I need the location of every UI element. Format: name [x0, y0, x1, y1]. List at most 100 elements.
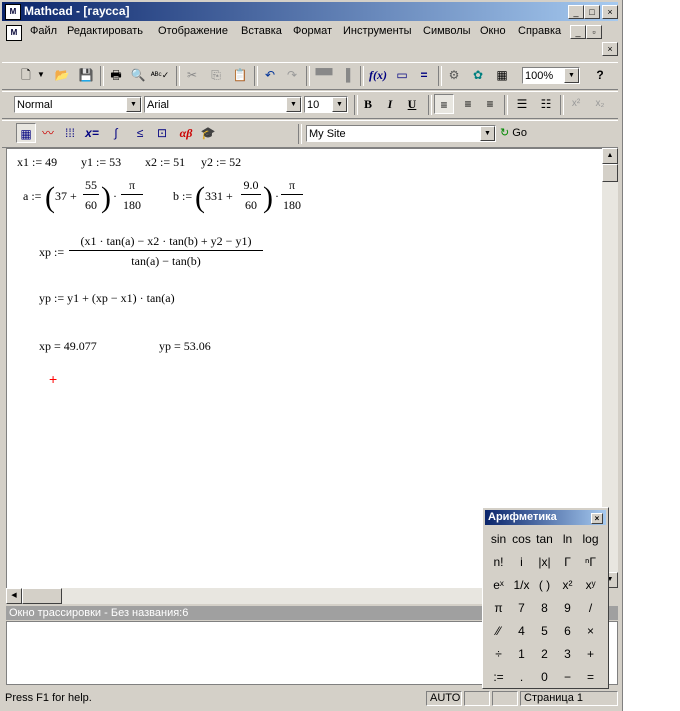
x2-definition[interactable]: x2 := 51: [145, 155, 185, 170]
b-definition[interactable]: b := ( 331 + 9.0 60 ) · π 180: [173, 177, 303, 217]
palette-button[interactable]: eˣ: [487, 574, 510, 597]
menu-view[interactable]: Отображение: [158, 25, 228, 37]
palette-button[interactable]: 4: [510, 620, 533, 643]
menu-file[interactable]: Файл: [30, 25, 57, 37]
calculator-toolbar-icon[interactable]: ▦: [16, 123, 36, 143]
save-icon[interactable]: 💾: [76, 65, 96, 85]
palette-button[interactable]: =: [579, 666, 602, 689]
insert-component-icon[interactable]: ⚙: [444, 65, 464, 85]
yp-definition[interactable]: yp := y1 + (xp − x1) · tan(a): [39, 291, 175, 306]
insert-unit-icon[interactable]: ▭: [392, 65, 412, 85]
align-center-icon[interactable]: ≡: [458, 94, 478, 114]
insert-function-icon[interactable]: f(x): [368, 65, 388, 85]
calculus-toolbar-icon[interactable]: ∫: [106, 123, 126, 143]
palette-button[interactable]: xʸ: [579, 574, 602, 597]
calculate-icon[interactable]: =: [414, 65, 434, 85]
site-combo[interactable]: My Site ▼: [306, 125, 496, 142]
y2-definition[interactable]: y2 := 52: [201, 155, 241, 170]
palette-button[interactable]: 0: [533, 666, 556, 689]
close-button[interactable]: ×: [602, 5, 618, 19]
palette-button[interactable]: 6: [556, 620, 579, 643]
table-icon[interactable]: ▦: [492, 65, 512, 85]
menu-tools[interactable]: Инструменты: [343, 25, 412, 37]
underline-button[interactable]: U: [402, 94, 422, 114]
chevron-down-icon[interactable]: ▼: [126, 97, 141, 112]
palette-button[interactable]: 9: [556, 597, 579, 620]
open-icon[interactable]: 📂: [52, 65, 72, 85]
superscript-icon[interactable]: x²: [566, 94, 586, 114]
symbolic-toolbar-icon[interactable]: 🎓: [198, 123, 218, 143]
doc-restore-button[interactable]: ▫: [586, 25, 602, 39]
close-icon[interactable]: ×: [591, 513, 603, 524]
menu-insert[interactable]: Вставка: [241, 25, 282, 37]
chevron-down-icon[interactable]: ▼: [332, 97, 347, 112]
go-button[interactable]: ↻ Go: [500, 126, 527, 139]
palette-button[interactable]: ÷: [487, 643, 510, 666]
palette-button[interactable]: ⁿΓ: [579, 551, 602, 574]
palette-button[interactable]: :=: [487, 666, 510, 689]
palette-button[interactable]: ln: [556, 528, 579, 551]
palette-button[interactable]: sin: [487, 528, 510, 551]
paste-icon[interactable]: 📋: [230, 65, 250, 85]
menu-help[interactable]: Справка: [518, 25, 561, 37]
zoom-combo[interactable]: 100% ▼: [522, 67, 580, 84]
font-combo[interactable]: Arial ▼: [144, 96, 302, 113]
palette-button[interactable]: 8: [533, 597, 556, 620]
palette-button[interactable]: π: [487, 597, 510, 620]
vertical-scroll-thumb[interactable]: [602, 164, 618, 182]
menu-edit[interactable]: Редактировать: [67, 25, 143, 37]
chevron-down-icon[interactable]: ▼: [480, 126, 495, 141]
new-dropdown-icon[interactable]: ▼: [36, 65, 46, 85]
palette-button[interactable]: 1/x: [510, 574, 533, 597]
minimize-button[interactable]: _: [568, 5, 584, 19]
chevron-down-icon[interactable]: ▼: [286, 97, 301, 112]
cut-icon[interactable]: ✂: [182, 65, 202, 85]
horizontal-scroll-thumb[interactable]: [22, 588, 62, 604]
palette-button[interactable]: |x|: [533, 551, 556, 574]
palette-button[interactable]: log: [579, 528, 602, 551]
spell-check-icon[interactable]: ᴬᴮᶜ✓: [150, 65, 170, 85]
menu-window[interactable]: Окно: [480, 25, 506, 37]
evaluation-toolbar-icon[interactable]: x=: [82, 123, 102, 143]
new-icon[interactable]: 🗋: [16, 65, 36, 85]
palette-button[interactable]: 5: [533, 620, 556, 643]
bold-button[interactable]: B: [358, 94, 378, 114]
align-right-icon[interactable]: ≡: [480, 94, 500, 114]
palette-button[interactable]: 1: [510, 643, 533, 666]
style-combo[interactable]: Normal ▼: [14, 96, 142, 113]
xp-definition[interactable]: xp := (x1 · tan(a) − x2 · tan(b) + y2 − …: [39, 233, 279, 273]
print-icon[interactable]: 🖶: [106, 65, 126, 85]
print-preview-icon[interactable]: 🔍: [128, 65, 148, 85]
menu-symbolics[interactable]: Символы: [423, 25, 471, 37]
palette-button[interactable]: i: [510, 551, 533, 574]
x1-definition[interactable]: x1 := 49: [17, 155, 57, 170]
greek-toolbar-icon[interactable]: αβ: [176, 123, 196, 143]
doc-close-button[interactable]: ×: [602, 42, 618, 56]
maximize-button[interactable]: □: [584, 5, 600, 19]
palette-button[interactable]: Γ: [556, 551, 579, 574]
mathcad-app-icon[interactable]: M: [5, 4, 21, 20]
palette-button[interactable]: cos: [510, 528, 533, 551]
xp-result[interactable]: xp = 49.077: [39, 339, 97, 354]
font-size-combo[interactable]: 10 ▼: [304, 96, 348, 113]
redo-icon[interactable]: ↷: [282, 65, 302, 85]
palette-button[interactable]: ⁄⁄: [487, 620, 510, 643]
boolean-toolbar-icon[interactable]: ≤: [130, 123, 150, 143]
palette-button[interactable]: ( ): [533, 574, 556, 597]
palette-button[interactable]: +: [579, 643, 602, 666]
programming-toolbar-icon[interactable]: ⊡: [152, 123, 172, 143]
palette-button[interactable]: 2: [533, 643, 556, 666]
copy-icon[interactable]: ⎘: [206, 65, 226, 85]
align-vertical-icon[interactable]: ▐: [336, 65, 356, 85]
yp-result[interactable]: yp = 53.06: [159, 339, 211, 354]
italic-button[interactable]: I: [380, 94, 400, 114]
matrix-toolbar-icon[interactable]: ⁞⁞⁞: [60, 123, 80, 143]
scroll-left-icon[interactable]: ◀: [6, 588, 22, 604]
align-left-icon[interactable]: ≡: [434, 94, 454, 114]
document-icon[interactable]: M: [6, 25, 22, 41]
palette-button[interactable]: 7: [510, 597, 533, 620]
resource-center-icon[interactable]: ✿: [468, 65, 488, 85]
undo-icon[interactable]: ↶: [260, 65, 280, 85]
arithmetic-palette[interactable]: Арифметика × sin cos tan ln log n! i |x| ΓⁿΓ eˣ 1/…: [482, 507, 609, 689]
scroll-up-icon[interactable]: ▲: [602, 148, 618, 164]
